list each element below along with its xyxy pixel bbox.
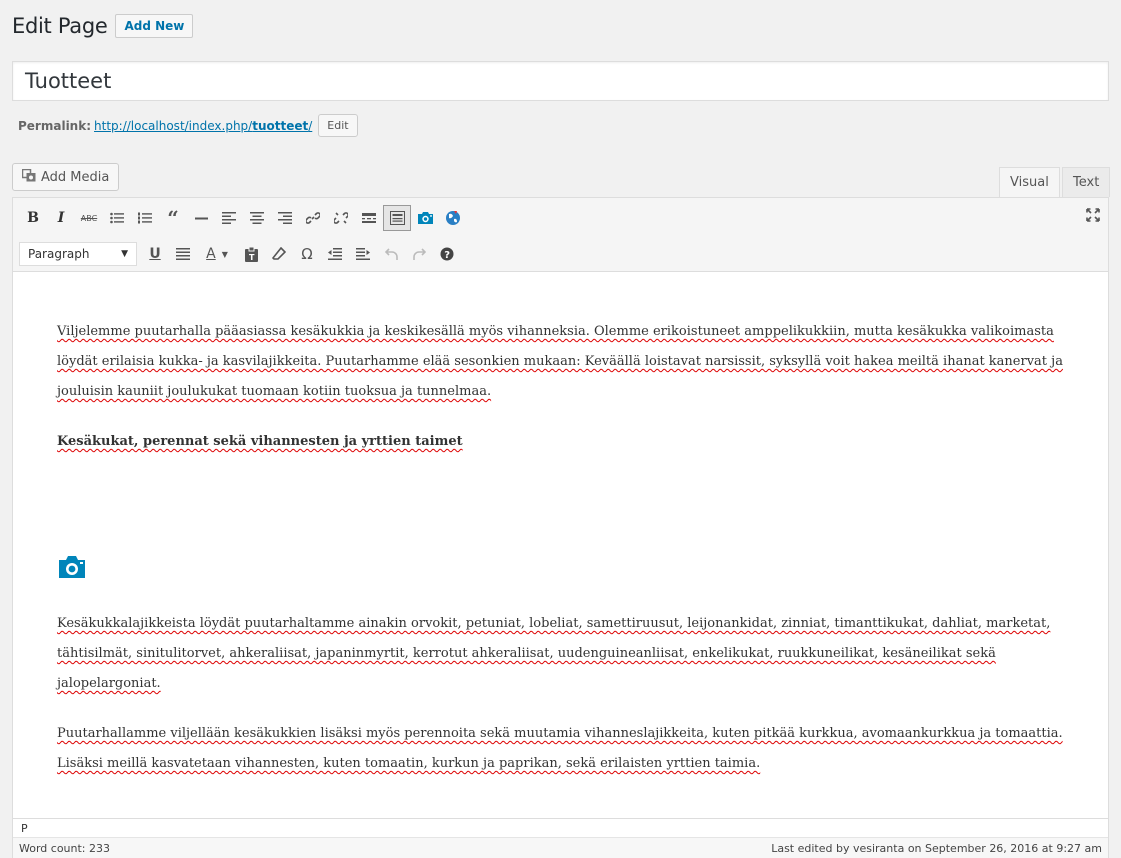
content-paragraph-2: Kesäkukkalajikkeista löydät puutarhaltam… bbox=[57, 616, 1051, 691]
align-center-icon[interactable] bbox=[243, 205, 271, 231]
add-new-button[interactable]: Add New bbox=[115, 14, 194, 38]
numbered-list-icon[interactable] bbox=[131, 205, 159, 231]
last-edited: Last edited by vesiranta on September 26… bbox=[771, 842, 1102, 855]
permalink-label: Permalink: bbox=[18, 118, 92, 133]
editor: B I ABC “ Paragraph ▼ U A ▼ T Ω ? Viljel… bbox=[12, 197, 1109, 858]
svg-text:?: ? bbox=[444, 250, 450, 261]
format-select-value: Paragraph bbox=[28, 247, 90, 261]
italic-icon[interactable]: I bbox=[47, 205, 75, 231]
toolbar-row-1: B I ABC “ bbox=[19, 205, 467, 231]
page-title: Edit Page bbox=[12, 14, 108, 38]
content-paragraph-3: Puutarhallamme viljellään kesäkukkien li… bbox=[57, 726, 1063, 771]
globe-icon[interactable] bbox=[439, 205, 467, 231]
element-path[interactable]: P bbox=[13, 818, 1108, 837]
word-count: Word count: 233 bbox=[19, 842, 111, 855]
read-more-icon[interactable] bbox=[355, 205, 383, 231]
page-header: Edit Page Add New bbox=[12, 14, 194, 38]
outdent-icon[interactable] bbox=[321, 241, 349, 267]
permalink-link[interactable]: http://localhost/index.php/tuotteet/ bbox=[94, 119, 312, 133]
title-input[interactable]: Tuotteet bbox=[12, 61, 1109, 101]
help-icon[interactable]: ? bbox=[433, 241, 461, 267]
camera-icon[interactable] bbox=[411, 205, 439, 231]
text-color-icon[interactable]: A ▼ bbox=[197, 241, 237, 267]
svg-text:T: T bbox=[249, 253, 255, 262]
media-icon bbox=[21, 168, 36, 186]
chevron-down-icon: ▼ bbox=[221, 249, 228, 259]
edit-permalink-button[interactable]: Edit bbox=[318, 114, 358, 137]
bullet-list-icon[interactable] bbox=[103, 205, 131, 231]
indent-icon[interactable] bbox=[349, 241, 377, 267]
strikethrough-icon[interactable]: ABC bbox=[75, 205, 103, 231]
redo-icon[interactable] bbox=[405, 241, 433, 267]
permalink-base: http://localhost/index.php/ bbox=[94, 118, 253, 133]
underline-icon[interactable]: U bbox=[141, 241, 169, 267]
toolbar-row-2: Paragraph ▼ U A ▼ T Ω ? bbox=[19, 241, 461, 267]
horizontal-rule-icon[interactable] bbox=[187, 205, 215, 231]
format-select[interactable]: Paragraph ▼ bbox=[19, 242, 137, 266]
tab-visual[interactable]: Visual bbox=[999, 167, 1060, 197]
add-media-label: Add Media bbox=[41, 169, 110, 185]
permalink-trailing: / bbox=[308, 118, 313, 133]
link-icon[interactable] bbox=[299, 205, 327, 231]
add-media-button[interactable]: Add Media bbox=[12, 163, 120, 191]
justify-icon[interactable] bbox=[169, 241, 197, 267]
undo-icon[interactable] bbox=[377, 241, 405, 267]
align-left-icon[interactable] bbox=[215, 205, 243, 231]
toolbar-toggle-icon[interactable] bbox=[383, 205, 411, 231]
permalink-slug: tuotteet bbox=[252, 118, 309, 133]
tab-text[interactable]: Text bbox=[1062, 167, 1111, 197]
paste-text-icon[interactable]: T bbox=[237, 241, 265, 267]
chevron-down-icon: ▼ bbox=[121, 249, 128, 259]
status-bar: Word count: 233 Last edited by vesiranta… bbox=[13, 837, 1108, 858]
content-heading: Kesäkukat, perennat sekä vihannesten ja … bbox=[57, 434, 463, 449]
permalink-row: Permalink: http://localhost/index.php/tu… bbox=[18, 114, 358, 137]
bold-icon[interactable]: B bbox=[19, 205, 47, 231]
camera-icon[interactable] bbox=[57, 555, 87, 579]
blockquote-icon[interactable]: “ bbox=[159, 205, 187, 231]
align-right-icon[interactable] bbox=[271, 205, 299, 231]
fullscreen-icon[interactable] bbox=[1086, 208, 1100, 226]
unlink-icon[interactable] bbox=[327, 205, 355, 231]
editor-toolbar: B I ABC “ Paragraph ▼ U A ▼ T Ω ? bbox=[13, 198, 1108, 272]
clear-formatting-icon[interactable] bbox=[265, 241, 293, 267]
editor-content[interactable]: Viljelemme puutarhalla pääasiassa kesäku… bbox=[13, 273, 1108, 817]
text-color-letter: A bbox=[206, 246, 216, 262]
content-paragraph-1: Viljelemme puutarhalla pääasiassa kesäku… bbox=[57, 324, 1063, 399]
special-character-icon[interactable]: Ω bbox=[293, 241, 321, 267]
